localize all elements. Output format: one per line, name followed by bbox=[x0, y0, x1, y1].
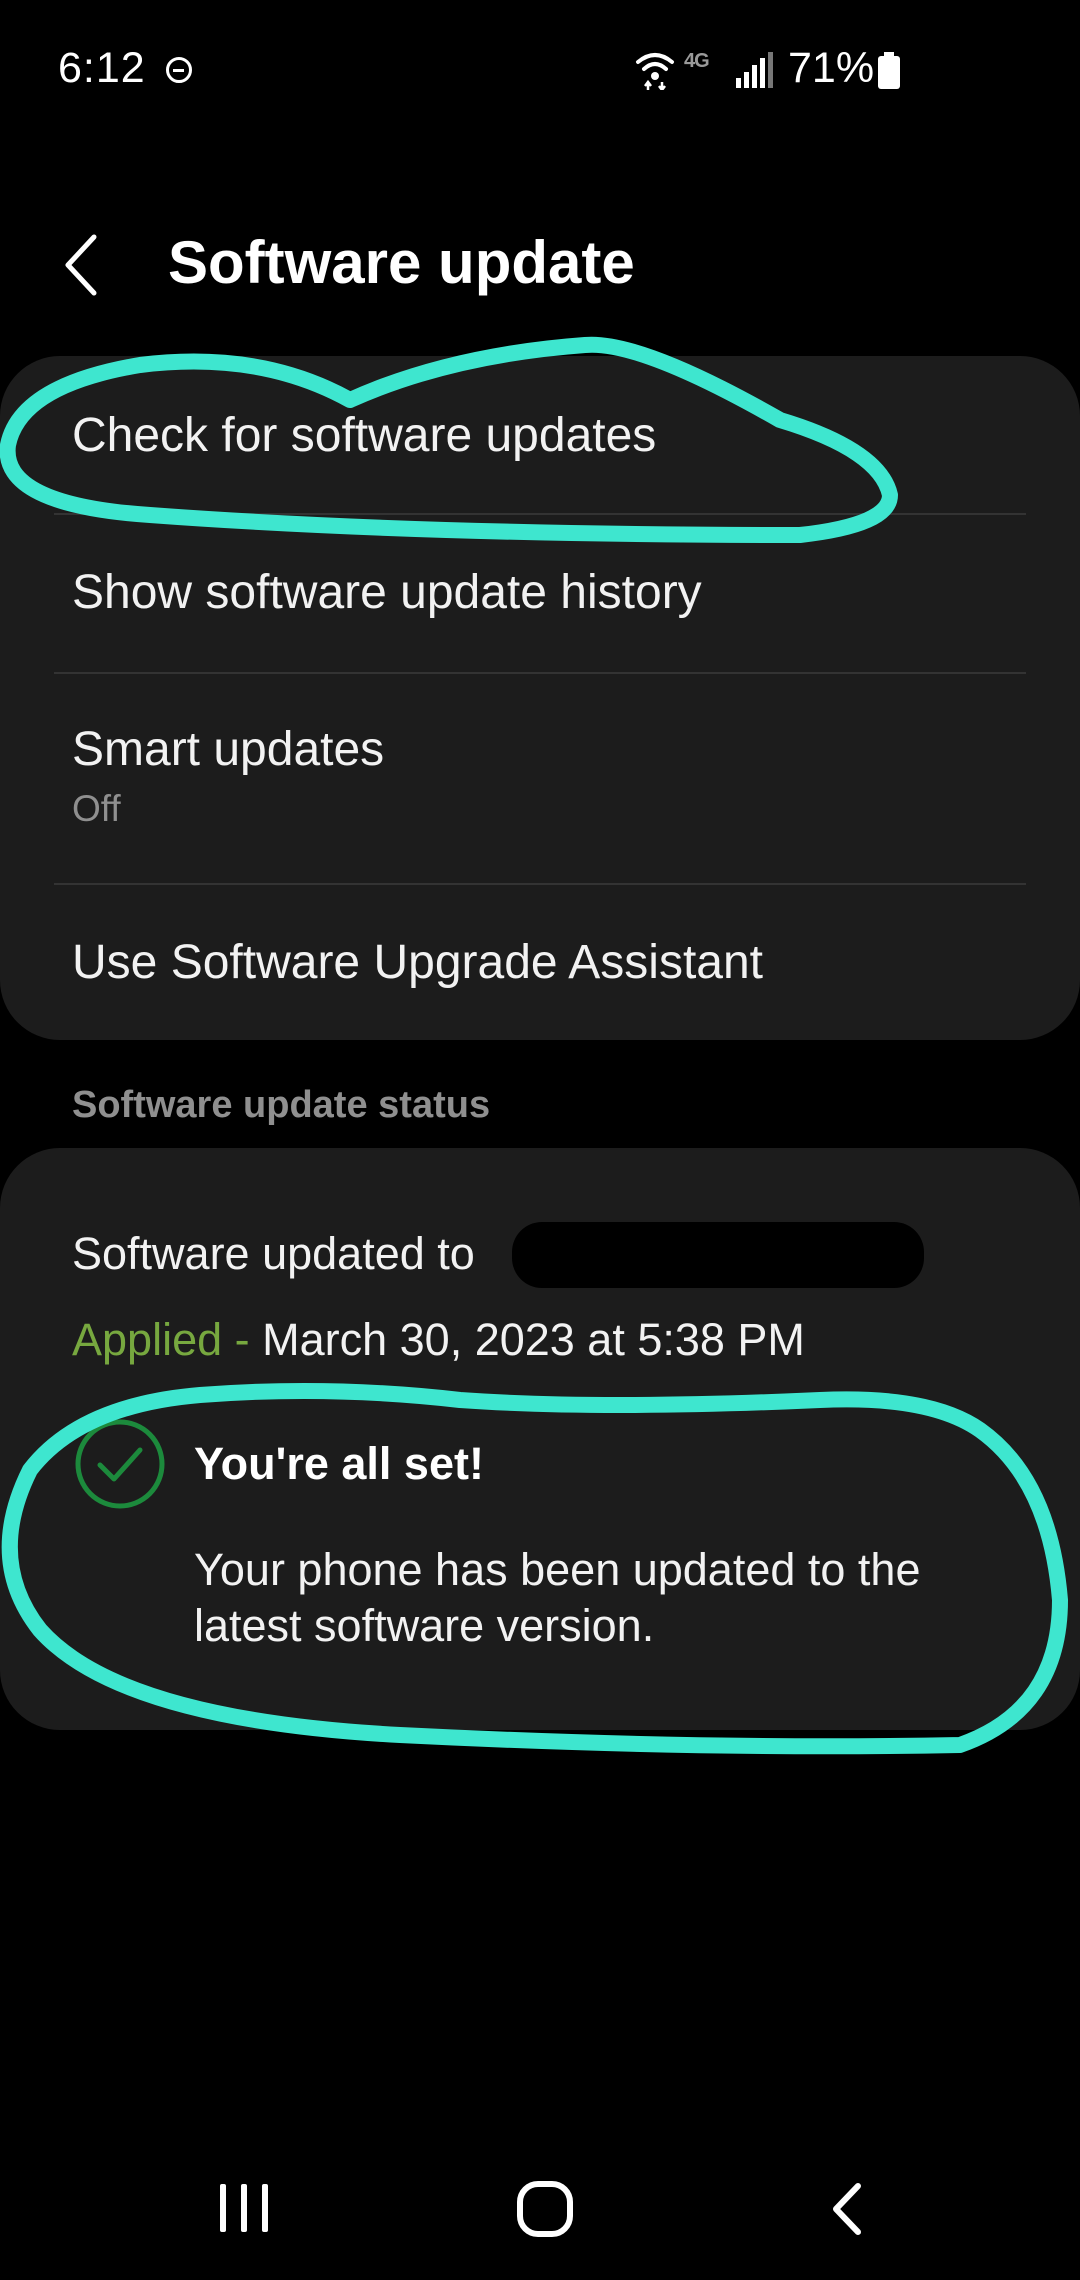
section-header: Software update status bbox=[72, 1084, 491, 1126]
chevron-left-icon bbox=[65, 234, 97, 296]
status-time: 6:12 bbox=[58, 44, 146, 92]
menu-item-label: Check for software updates bbox=[72, 409, 657, 462]
smart-updates-status: Off bbox=[72, 788, 121, 829]
navigation-bar bbox=[0, 2150, 1080, 2260]
do-not-disturb-icon bbox=[166, 57, 192, 83]
network-type-label: 4G bbox=[684, 50, 710, 72]
software-update-menu-card: Check for software updates Show software… bbox=[0, 356, 1080, 1040]
recents-icon[interactable] bbox=[216, 2184, 272, 2232]
annotation-overlay bbox=[0, 336, 1068, 1755]
wifi-icon bbox=[636, 53, 674, 90]
software-updated-label: Software updated to bbox=[72, 1228, 475, 1279]
status-bar: 6:12 4G 71% bbox=[0, 0, 1080, 140]
menu-item-label: Smart updates bbox=[72, 723, 385, 776]
applied-line: Applied - March 30, 2023 at 5:38 PM bbox=[72, 1314, 805, 1366]
all-set-title: You're all set! bbox=[194, 1438, 484, 1489]
back-button[interactable] bbox=[50, 225, 120, 305]
applied-date: March 30, 2023 at 5:38 PM bbox=[262, 1314, 805, 1365]
update-status-card: Software updated to Applied - March 30, … bbox=[0, 1148, 1080, 1730]
signal-icon bbox=[736, 52, 773, 88]
back-icon[interactable] bbox=[826, 2180, 866, 2238]
all-set-description: Your phone has been updated to the lates… bbox=[194, 1544, 921, 1651]
home-icon[interactable] bbox=[516, 2180, 574, 2238]
upgrade-assistant-item[interactable]: Use Software Upgrade Assistant bbox=[0, 885, 1080, 1040]
applied-label: Applied - bbox=[72, 1314, 263, 1365]
redacted-version bbox=[512, 1222, 924, 1288]
check-circle-icon bbox=[75, 1419, 165, 1509]
check-for-updates-item[interactable]: Check for software updates bbox=[0, 356, 1080, 514]
smart-updates-item[interactable]: Smart updates Off bbox=[0, 674, 1080, 884]
page-title: Software update bbox=[168, 229, 635, 296]
update-history-item[interactable]: Show software update history bbox=[0, 515, 1080, 673]
battery-icon bbox=[878, 52, 900, 89]
menu-item-label: Show software update history bbox=[72, 566, 702, 619]
menu-item-label: Use Software Upgrade Assistant bbox=[72, 936, 764, 989]
battery-percent: 71% bbox=[788, 44, 875, 92]
